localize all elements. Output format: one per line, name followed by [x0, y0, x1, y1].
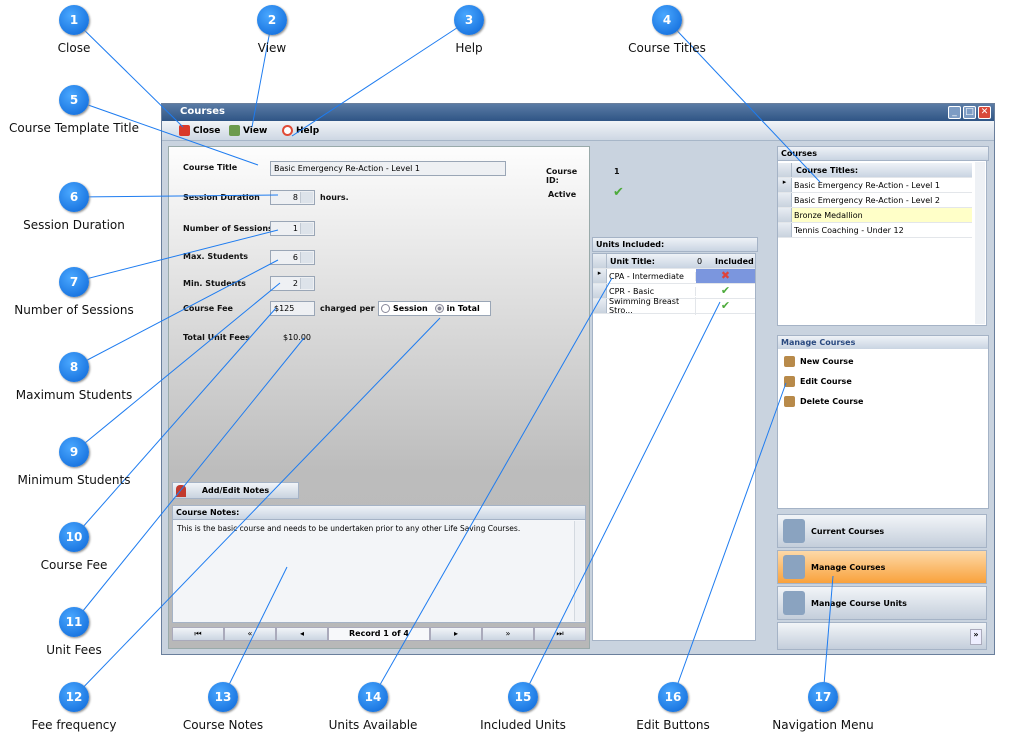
callout-badge: 13 — [208, 682, 238, 712]
callout-label: Course Template Title — [9, 121, 139, 135]
callout-label: Course Titles — [628, 41, 706, 55]
callout-line — [372, 277, 613, 698]
callout-line — [672, 382, 787, 698]
callout-badge: 7 — [59, 267, 89, 297]
callout-line — [73, 19, 184, 128]
callout-badge: 17 — [808, 682, 838, 712]
callout-line — [73, 317, 441, 698]
callout-badge: 15 — [508, 682, 538, 712]
callout-line — [73, 307, 277, 538]
callout-label: Session Duration — [23, 218, 125, 232]
callout-badge: 10 — [59, 522, 89, 552]
callout-lines — [73, 19, 834, 698]
callout-line — [73, 229, 279, 283]
callout-badge: 16 — [658, 682, 688, 712]
callout-label: Number of Sessions — [14, 303, 134, 317]
callout-label: Edit Buttons — [636, 718, 710, 732]
callout-label: Fee frequency — [31, 718, 117, 732]
callout-label: Minimum Students — [17, 473, 131, 487]
callout-label: Course Notes — [182, 718, 264, 732]
callout-label: Course Fee — [40, 558, 108, 572]
callout-badge: 1 — [59, 5, 89, 35]
callout-label: Navigation Menu — [772, 718, 874, 732]
callout-badge: 5 — [59, 85, 89, 115]
callout-line — [251, 19, 273, 128]
callout-label: Maximum Students — [15, 388, 133, 402]
callout-badge: 4 — [652, 5, 682, 35]
callout-label: Unit Fees — [46, 643, 102, 657]
callout-line — [522, 301, 721, 698]
callout-line — [291, 19, 470, 137]
callout-label: View — [257, 41, 287, 55]
callout-label: Help — [455, 41, 483, 55]
callout-badge: 11 — [59, 607, 89, 637]
callout-line — [822, 575, 834, 698]
callout-label: Close — [57, 41, 91, 55]
callout-line — [73, 194, 279, 198]
callout-badge: 6 — [59, 182, 89, 212]
callout-badge: 9 — [59, 437, 89, 467]
callout-badge: 2 — [257, 5, 287, 35]
callout-badge: 3 — [454, 5, 484, 35]
callout-badge: 12 — [59, 682, 89, 712]
callout-badge: 8 — [59, 352, 89, 382]
callout-label: Units Available — [328, 718, 418, 732]
callout-badge: 14 — [358, 682, 388, 712]
callout-label: Included Units — [480, 718, 566, 732]
callout-line — [222, 566, 288, 698]
